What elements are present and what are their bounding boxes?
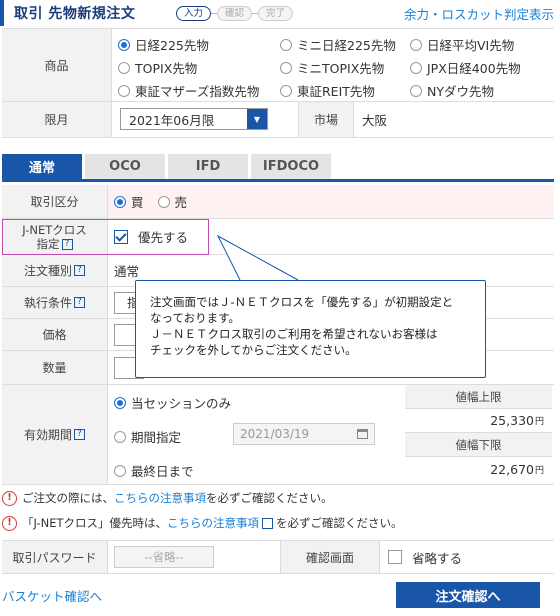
contract-month-row: 限月 2021年06月限 ▼ 市場 大阪 [2, 102, 554, 138]
omit-confirm-checkbox[interactable]: 省略する [388, 541, 462, 573]
page-header: 取引 先物新規注文 入力 確認 完了 余力・ロスカット判定表示 [0, 0, 560, 26]
password-label: 取引パスワード [2, 541, 108, 573]
radio-icon [280, 84, 292, 97]
radio-icon [114, 195, 126, 208]
contract-month-label: 限月 [2, 102, 112, 137]
radio-icon [410, 84, 422, 97]
validity-date-input[interactable]: 2021/03/19 [233, 423, 375, 445]
radio-icon [114, 464, 126, 477]
market-value: 大阪 [362, 113, 388, 128]
notice-jnet: ! 「J-NETクロス」優先時は、 こちらの注意事項 を必ずご確認ください。 [2, 515, 403, 531]
tab-ifdoco[interactable]: IFDOCO [251, 154, 331, 179]
contract-month-select[interactable]: 2021年06月限 ▼ [120, 108, 268, 130]
margin-losscut-link[interactable]: 余力・ロスカット判定表示 [404, 4, 554, 23]
alert-icon: ! [2, 515, 17, 531]
radio-icon [410, 38, 422, 51]
tab-normal[interactable]: 通常 [2, 154, 82, 179]
trade-type-row: 取引区分 買 売 [2, 185, 554, 219]
jnet-tooltip: 注文画面ではＪ-ＮＥＴクロスを「優先する」が初期設定と なっております。 Ｊ－Ｎ… [135, 280, 486, 378]
radio-icon [280, 61, 292, 74]
order-type-tabs: 通常 OCO IFD IFDOCO [2, 154, 554, 182]
quantity-label: 数量 [2, 351, 108, 384]
password-row: 取引パスワード --省略-- 確認画面 省略する [2, 540, 554, 574]
order-confirm-button[interactable]: 注文確認へ [396, 582, 540, 608]
step-complete: 完了 [258, 5, 294, 21]
password-input[interactable]: --省略-- [114, 546, 214, 568]
product-option-mini-topix[interactable]: ミニTOPIX先物 [280, 58, 384, 77]
validity-period[interactable]: 期間指定 [114, 427, 181, 446]
checkbox-icon [388, 550, 402, 564]
order-kind-label: 注文種別? [2, 255, 108, 286]
price-label: 価格 [2, 319, 108, 350]
market-label: 市場 [298, 102, 354, 137]
chevron-down-icon: ▼ [247, 109, 267, 129]
product-option-nydow[interactable]: NYダウ先物 [410, 81, 494, 100]
basket-confirm-link[interactable]: バスケット確認へ [2, 586, 102, 605]
calendar-icon[interactable] [357, 429, 368, 439]
product-option-reit[interactable]: 東証REIT先物 [280, 81, 375, 100]
external-link-icon[interactable] [262, 517, 274, 529]
lower-limit-label: 値幅下限 [405, 433, 552, 457]
step-indicator: 入力 確認 完了 [176, 5, 294, 21]
trade-type-label: 取引区分 [2, 185, 108, 218]
radio-icon [118, 84, 130, 97]
price-limit-table: 値幅上限 25,330 円 値幅下限 22,670 円 [405, 385, 552, 481]
notice-order: ! ご注文の際には、 こちらの注意事項 を必ずご確認ください。 [2, 490, 333, 506]
jnet-notice-link[interactable]: こちらの注意事項 [167, 515, 259, 531]
product-option-mini-nikkei225[interactable]: ミニ日経225先物 [280, 35, 396, 54]
order-notice-link[interactable]: こちらの注意事項 [114, 490, 206, 506]
product-option-nikkei225[interactable]: 日経225先物 [118, 35, 209, 54]
step-input: 入力 [176, 5, 212, 21]
help-icon[interactable]: ? [74, 265, 85, 276]
product-label: 商品 [2, 29, 112, 101]
radio-icon [410, 61, 422, 74]
upper-limit-label: 値幅上限 [405, 385, 552, 409]
lower-limit-value: 22,670 円 [490, 461, 544, 477]
trade-type-sell[interactable]: 売 [157, 192, 187, 211]
product-option-mothers[interactable]: 東証マザーズ指数先物 [118, 81, 259, 100]
alert-icon: ! [2, 490, 17, 506]
validity-session-only[interactable]: 当セッションのみ [114, 393, 231, 412]
validity-until-last-day[interactable]: 最終日まで [114, 461, 194, 480]
help-icon[interactable]: ? [74, 297, 85, 308]
trade-type-buy[interactable]: 買 [114, 192, 144, 211]
tab-ifd[interactable]: IFD [168, 154, 248, 179]
tab-oco[interactable]: OCO [85, 154, 165, 179]
tooltip-pointer [216, 234, 299, 281]
step-confirm: 確認 [217, 5, 253, 21]
confirm-screen-label: 確認画面 [280, 541, 380, 573]
radio-icon [114, 396, 126, 409]
product-option-nikkei-vi[interactable]: 日経平均VI先物 [410, 35, 514, 54]
jnet-highlight-box [2, 219, 209, 255]
upper-limit-value: 25,330 円 [405, 409, 552, 433]
page-title: 取引 先物新規注文 [14, 6, 136, 22]
product-row: 商品 日経225先物 ミニ日経225先物 日経平均VI先物 TOPIX先物 ミニ… [2, 28, 554, 102]
radio-icon [118, 61, 130, 74]
radio-icon [114, 430, 126, 443]
validity-label: 有効期間? [2, 385, 108, 484]
exec-cond-label: 執行条件? [2, 287, 108, 318]
radio-icon [118, 38, 130, 51]
product-option-topix[interactable]: TOPIX先物 [118, 58, 197, 77]
radio-icon [157, 195, 170, 208]
product-option-jpx400[interactable]: JPX日経400先物 [410, 58, 521, 77]
help-icon[interactable]: ? [74, 429, 85, 440]
radio-icon [280, 38, 292, 51]
